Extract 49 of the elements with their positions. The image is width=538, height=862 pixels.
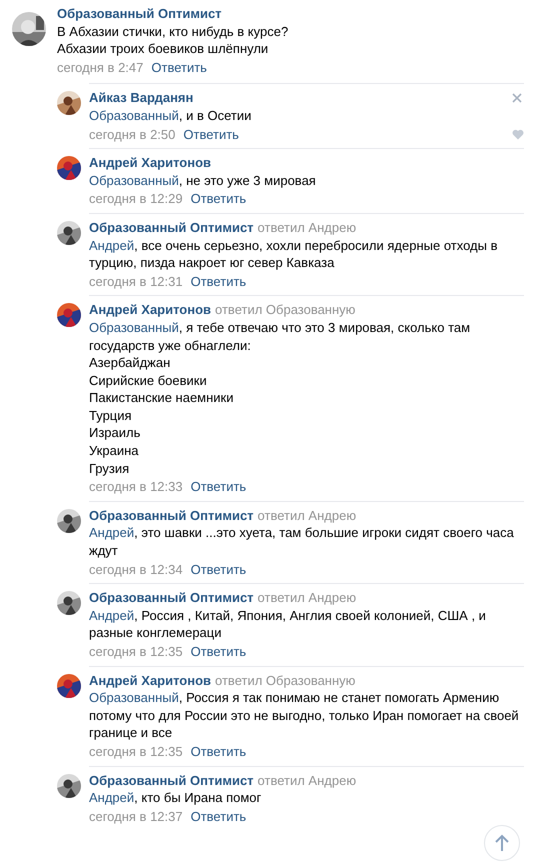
comment-time: сегодня в 12:35 (89, 643, 183, 661)
author-name[interactable]: Образованный Оптимист (57, 5, 222, 23)
reply-link[interactable]: Ответить (190, 742, 246, 761)
addressee-link[interactable]: Андрей (89, 790, 134, 806)
reply-link[interactable]: Ответить (190, 808, 246, 826)
comment-text: Андрей, кто бы Ирана помог (89, 789, 262, 807)
reply-link[interactable]: Ответить (190, 643, 246, 661)
heart-icon[interactable] (512, 129, 524, 140)
reply-link[interactable]: Ответить (190, 190, 246, 208)
addressee-link[interactable]: Андрей (89, 608, 134, 623)
addressee-link[interactable]: Образованный (89, 690, 179, 706)
author-name[interactable]: Андрей Харитонов (89, 672, 212, 690)
comment-time: сегодня в 2:50 (89, 126, 176, 144)
author-name[interactable]: Образованный Оптимист (89, 218, 254, 237)
comment-text: Андрей, это шавки ...это хуета, там большие игроки сидят своего часа ждут (89, 524, 515, 560)
addressee-link[interactable]: Андрей (89, 525, 134, 540)
addressee-link[interactable]: Образованный (89, 172, 179, 188)
comment-text: Образованный, не это уже 3 мировая (89, 172, 316, 190)
comment-text: Андрей, Россия , Китай, Япония, Англия своей колонией, США , и разные конглемераци (89, 606, 487, 642)
author-name[interactable]: Андрей Харитонов (89, 301, 212, 319)
comment-time: сегодня в 2:47 (57, 58, 144, 76)
author-name[interactable]: Айказ Варданян (89, 89, 194, 107)
comment-time: сегодня в 12:34 (89, 560, 183, 578)
author-name[interactable]: Андрей Харитонов (89, 154, 212, 172)
reply-link[interactable]: Ответить (183, 126, 239, 144)
comment-text: В Абхазии стички, кто нибудь в курсе? (57, 22, 288, 40)
addressee-link[interactable]: Образованный (89, 320, 179, 335)
addressee-link[interactable]: Андрей (89, 238, 134, 253)
close-icon[interactable] (512, 93, 522, 104)
comment-text: Образованный, я тебе отвечаю что это 3 мировая, сколько там государств уже обнаглели: Азербайджан Сирийские боевики Пакистанские наемники Турция Израиль Украина Грузия (89, 318, 472, 478)
comment-time: сегодня в 12:29 (89, 190, 183, 208)
addressee-link[interactable]: Образованный (89, 108, 179, 123)
reply-link[interactable]: Ответить (190, 560, 246, 578)
comment-time: сегодня в 12:31 (89, 272, 183, 290)
scroll-up-button[interactable] (484, 825, 520, 861)
author-name[interactable]: Образованный Оптимист (89, 506, 254, 524)
comment-text: Образованный, и в Осетии (89, 106, 252, 125)
author-name[interactable]: Образованный Оптимист (89, 772, 254, 790)
reply-link[interactable]: Ответить (190, 478, 246, 496)
comment-time: сегодня в 12:35 (89, 742, 183, 761)
comment-text: Образованный, Россия я так понимаю не станет помогать Армению потому что для России это не выгодно, только Иран помогает на своей границе и все (89, 689, 520, 742)
comment-time: сегодня в 12:33 (89, 478, 183, 496)
arrow-up-icon (494, 834, 510, 852)
comment-time: сегодня в 12:37 (89, 808, 183, 826)
reply-link[interactable]: Ответить (190, 272, 246, 290)
author-name[interactable]: Образованный Оптимист (89, 589, 254, 607)
comment-text: Абхазии троих боевиков шлёпнули (57, 40, 268, 58)
reply-link[interactable]: Ответить (151, 58, 207, 76)
comment-text: Андрей, все очень серьезно, хохли перебросили ядерные отходы в турцию, пизда накроет юг север Кавказа (89, 236, 498, 272)
